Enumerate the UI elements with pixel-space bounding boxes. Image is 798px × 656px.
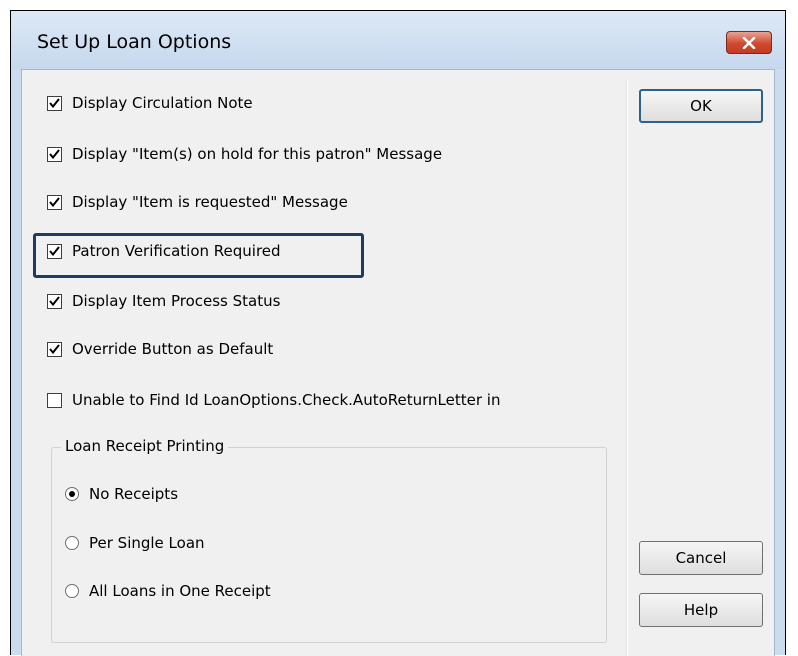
close-icon [742, 36, 756, 49]
radio-label: No Receipts [89, 485, 179, 503]
checkmark-icon [49, 149, 60, 159]
checkbox-label: Display Circulation Note [72, 94, 253, 112]
checkbox-display-item-requested-message[interactable]: Display "Item is requested" Message [47, 188, 348, 216]
checkbox-label: Display Item Process Status [72, 292, 281, 310]
checkmark-icon [49, 197, 60, 207]
checkbox-auto-return-letter[interactable]: Unable to Find Id LoanOptions.Check.Auto… [47, 386, 500, 414]
checkmark-icon [49, 246, 60, 256]
checkbox-box[interactable] [47, 95, 62, 111]
checkbox-display-item-on-hold-message[interactable]: Display "Item(s) on hold for this patron… [47, 140, 442, 168]
checkbox-patron-verification-required[interactable]: Patron Verification Required [47, 237, 281, 265]
help-button[interactable]: Help [639, 593, 763, 627]
checkmark-icon [49, 98, 60, 108]
checkbox-display-circulation-note[interactable]: Display Circulation Note [47, 89, 253, 117]
checkbox-label: Display "Item(s) on hold for this patron… [72, 145, 443, 163]
checkbox-box[interactable] [47, 392, 62, 408]
checkbox-label: Override Button as Default [72, 340, 274, 358]
checkbox-box[interactable] [47, 194, 62, 210]
checkbox-label: Display "Item is requested" Message [72, 193, 348, 211]
checkbox-display-item-process-status[interactable]: Display Item Process Status [47, 287, 280, 315]
dialog-title: Set Up Loan Options [37, 31, 232, 53]
close-button[interactable] [726, 31, 772, 54]
title-bar[interactable]: Set Up Loan Options [11, 11, 785, 69]
radio-no-receipts[interactable]: No Receipts [65, 480, 178, 508]
checkmark-icon [49, 344, 60, 354]
radio-label: All Loans in One Receipt [89, 582, 271, 600]
ok-button[interactable]: OK [639, 89, 763, 123]
button-column-separator [626, 79, 628, 656]
radio-selected-dot [69, 491, 75, 497]
checkbox-label: Unable to Find Id LoanOptions.Check.Auto… [72, 391, 501, 409]
radio-all-loans-in-one-receipt[interactable]: All Loans in One Receipt [65, 577, 271, 605]
checkbox-label: Patron Verification Required [72, 242, 281, 260]
radio-button[interactable] [65, 536, 79, 550]
cancel-button[interactable]: Cancel [639, 541, 763, 575]
checkbox-box[interactable] [47, 293, 62, 309]
radio-button[interactable] [65, 584, 79, 598]
checkbox-override-button-as-default[interactable]: Override Button as Default [47, 335, 273, 363]
checkmark-icon [49, 296, 60, 306]
radio-label: Per Single Loan [89, 534, 205, 552]
checkbox-box[interactable] [47, 146, 62, 162]
group-label: Loan Receipt Printing [61, 437, 229, 455]
checkbox-box[interactable] [47, 341, 62, 357]
radio-per-single-loan[interactable]: Per Single Loan [65, 529, 205, 557]
checkbox-box[interactable] [47, 243, 62, 259]
dialog-window: Set Up Loan Options Display Circulation … [10, 10, 786, 656]
radio-button[interactable] [65, 487, 79, 501]
